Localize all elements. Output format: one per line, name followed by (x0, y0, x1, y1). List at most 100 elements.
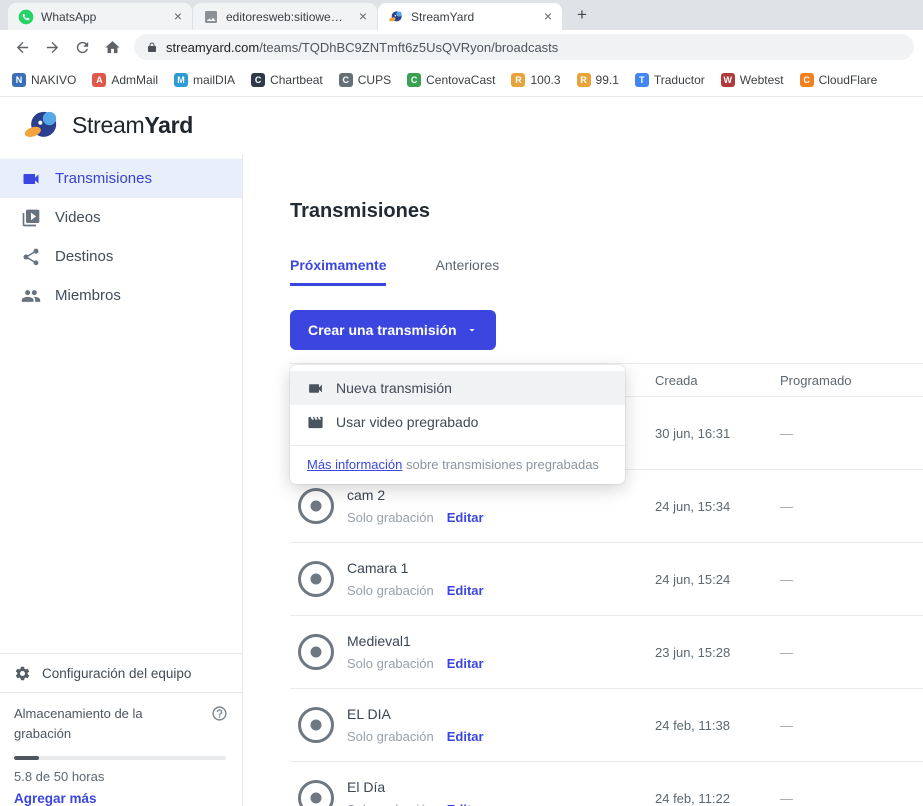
browser-navbar: streamyard.com/teams/TQDhBC9ZNTmft6z5UsQ… (0, 30, 923, 64)
table-row[interactable]: Medieval1 Solo grabaciónEditar 23 jun, 1… (290, 616, 923, 689)
edit-link[interactable]: Editar (447, 656, 484, 671)
table-row[interactable]: Camara 1 Solo grabación Editar 24 jun, 15… (290, 543, 923, 616)
more-info-rest: sobre transmisiones pregrabadas (402, 457, 599, 472)
lock-icon (146, 41, 158, 53)
scheduled-cell: — (780, 718, 923, 733)
close-icon[interactable]: × (170, 9, 186, 25)
camera-icon (307, 380, 324, 397)
menu-item-label: Usar video pregrabado (336, 414, 478, 430)
people-icon (21, 286, 41, 306)
site-favicon-icon (203, 9, 219, 25)
centovacast-favicon-icon: C (407, 73, 421, 87)
created-cell: 24 jun, 15:34 (655, 499, 780, 514)
chevron-down-icon (466, 324, 478, 336)
edit-link[interactable]: Editar (447, 583, 484, 598)
bookmark-label: AdmMail (111, 73, 158, 87)
radio-favicon-icon: R (577, 73, 591, 87)
sidebar-item-videos[interactable]: Videos (0, 198, 242, 237)
share-icon (21, 247, 41, 267)
table-row[interactable]: EL DIA Solo grabaciónEditar 24 feb, 11:3… (290, 689, 923, 762)
nakivo-favicon-icon: N (12, 73, 26, 87)
browser-tab-streamyard[interactable]: StreamYard × (378, 3, 562, 30)
bookmark-label: CUPS (358, 73, 391, 87)
bookmark-label: 100.3 (530, 73, 560, 87)
browser-tab-editoresweb[interactable]: editoresweb:sitioweb:eldia.co × (193, 3, 377, 30)
table-row[interactable]: El Día Solo grabaciónEditar 24 feb, 11:2… (290, 762, 923, 806)
sidebar-item-destinos[interactable]: Destinos (0, 237, 242, 276)
bookmark-label: Webtest (740, 73, 784, 87)
edit-link[interactable]: Editar (447, 510, 484, 525)
webtest-favicon-icon: W (721, 73, 735, 87)
scheduled-cell: — (780, 499, 923, 514)
broadcast-subtitle: Solo grabación (347, 729, 434, 744)
created-cell: 30 jun, 16:31 (655, 426, 780, 441)
add-more-link[interactable]: Agregar más (14, 791, 228, 806)
bookmark-100-3[interactable]: R100.3 (511, 73, 560, 87)
sidebar-item-transmisiones[interactable]: Transmisiones (0, 159, 242, 198)
scheduled-cell: — (780, 791, 923, 806)
bookmark-chartbeat[interactable]: CChartbeat (251, 73, 323, 87)
bookmark-nakivo[interactable]: N NAKIVO (12, 73, 76, 87)
streamyard-wordmark: StreamYard (72, 112, 193, 139)
edit-link[interactable]: Editar (447, 729, 484, 744)
storage-progress-bar (14, 756, 226, 760)
url-text: streamyard.com/teams/TQDhBC9ZNTmft6z5UsQ… (166, 40, 558, 55)
record-icon (298, 561, 334, 597)
forward-button[interactable] (39, 34, 66, 61)
menu-item-label: Nueva transmisión (336, 380, 452, 396)
broadcast-name: Medieval1 (347, 633, 484, 649)
bookmark-99-1[interactable]: R 99.1 (577, 73, 619, 87)
bookmark-label: 99.1 (596, 73, 619, 87)
new-tab-button[interactable]: + (569, 2, 595, 28)
record-icon (298, 634, 334, 670)
scheduled-cell: — (780, 426, 923, 441)
streamyard-favicon-icon (388, 9, 404, 25)
help-icon[interactable] (211, 705, 228, 727)
edit-link[interactable]: Editar (447, 802, 484, 806)
broadcast-subtitle: Solo grabación (347, 583, 434, 598)
bookmark-centovacast[interactable]: C CentovaCast (407, 73, 495, 87)
broadcast-tabs: Próximamente Anteriores (290, 257, 923, 286)
sidebar-item-label: Miembros (55, 287, 121, 304)
sidebar: Transmisiones Videos Destinos Miembros C… (0, 154, 243, 806)
team-settings-label: Configuración del equipo (42, 666, 191, 681)
create-broadcast-dropdown: Nueva transmisión Usar video pregrabado … (290, 365, 625, 484)
more-info-link[interactable]: Más información (307, 457, 402, 472)
bookmark-label: CentovaCast (426, 73, 495, 87)
video-library-icon (21, 208, 41, 228)
home-button[interactable] (99, 34, 126, 61)
close-icon[interactable]: × (540, 9, 556, 25)
sidebar-item-label: Transmisiones (55, 170, 152, 187)
bookmark-maildia[interactable]: MmailDIA (174, 73, 235, 87)
streamyard-logo-icon (22, 106, 62, 146)
menu-item-video-pregrabado[interactable]: Usar video pregrabado (290, 405, 625, 439)
create-broadcast-label: Crear una transmisión (308, 322, 457, 338)
bookmark-label: NAKIVO (31, 73, 76, 87)
reload-button[interactable] (69, 34, 96, 61)
tab-anteriores[interactable]: Anteriores (435, 257, 499, 286)
menu-item-nueva-transmision[interactable]: Nueva transmisión (290, 371, 625, 405)
bookmark-cups[interactable]: CCUPS (339, 73, 391, 87)
tab-proximamente[interactable]: Próximamente (290, 257, 386, 286)
team-settings-button[interactable]: Configuración del equipo (0, 654, 242, 692)
created-cell: 23 jun, 15:28 (655, 645, 780, 660)
bookmark-webtest[interactable]: W Webtest (721, 73, 784, 87)
address-bar[interactable]: streamyard.com/teams/TQDhBC9ZNTmft6z5UsQ… (134, 34, 914, 60)
create-broadcast-button[interactable]: Crear una transmisión (290, 310, 496, 350)
back-button[interactable] (9, 34, 36, 61)
record-icon (298, 488, 334, 524)
translate-favicon-icon: T (635, 73, 649, 87)
dropdown-footer: Más información sobre transmisiones preg… (290, 445, 625, 484)
created-cell: 24 jun, 15:24 (655, 572, 780, 587)
storage-title: Almacenamiento de la grabación (14, 704, 184, 743)
bookmark-cloudflare[interactable]: CCloudFlare (800, 73, 878, 87)
storage-used-text: 5.8 de 50 horas (14, 769, 228, 784)
bookmark-label: Chartbeat (270, 73, 323, 87)
browser-tab-whatsapp[interactable]: WhatsApp × (8, 3, 192, 30)
sidebar-item-miembros[interactable]: Miembros (0, 276, 242, 315)
broadcast-name: Camara 1 (347, 560, 484, 576)
bookmark-admmail[interactable]: AAdmMail (92, 73, 158, 87)
bookmark-traductor[interactable]: TTraductor (635, 73, 705, 87)
main-content: Transmisiones Próximamente Anteriores Cr… (243, 154, 923, 806)
close-icon[interactable]: × (355, 9, 371, 25)
